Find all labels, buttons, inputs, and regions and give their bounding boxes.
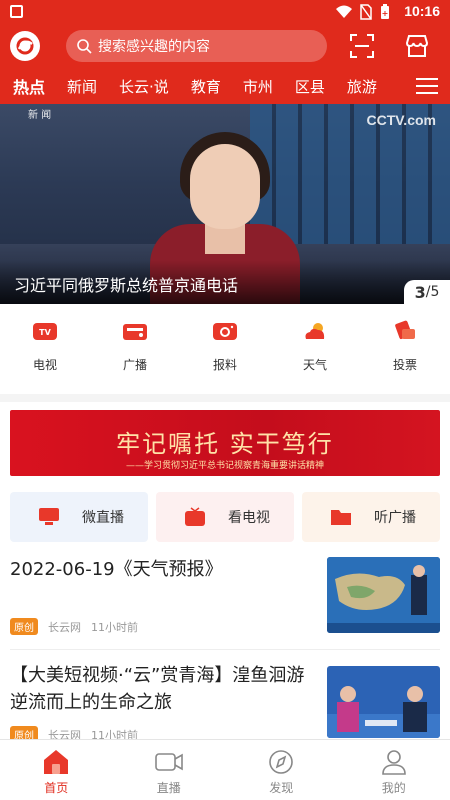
banner-total: /5 [425, 284, 440, 300]
watch-tv-card[interactable]: 看电视 [156, 492, 294, 542]
quick-link-tv[interactable]: TV 电视 [0, 314, 90, 386]
battery-icon: + [381, 4, 389, 19]
article-meta: 原创 长云网 11小时前 [10, 618, 138, 635]
vote-icon [395, 320, 415, 340]
home-icon [44, 750, 69, 774]
slogan-main-text: 牢记嘱托 实干笃行 [116, 430, 334, 458]
wifi-icon [336, 5, 352, 18]
article-divider [10, 649, 440, 650]
article-thumbnail [327, 557, 440, 633]
nav-live[interactable]: 直播 [113, 740, 226, 800]
tab-county[interactable]: 区县 [284, 76, 336, 97]
camera-icon [213, 323, 237, 340]
banner-page-counter: 3/5 [404, 280, 450, 304]
scan-icon [350, 34, 374, 58]
quick-links: TV 电视 广播 报料 天气 投票 [0, 314, 450, 386]
monitor-icon [39, 508, 59, 525]
tab-education[interactable]: 教育 [180, 76, 232, 97]
compass-icon [269, 750, 294, 774]
tv-icon: TV [33, 323, 57, 340]
clock: 10:16 [404, 3, 440, 19]
svg-text:TV: TV [39, 328, 51, 337]
article-source: 长云网 [48, 620, 81, 634]
svg-text:+: + [382, 9, 389, 18]
tab-hot[interactable]: 热点 [0, 74, 56, 98]
cctv-watermark: CCTV.com [366, 112, 436, 128]
media-card-label: 看电视 [228, 510, 270, 526]
article-item[interactable]: 2022-06-19《天气预报》 原创 长云网 11小时前 [10, 556, 440, 646]
media-cards: 微直播 看电视 听广播 [10, 492, 440, 542]
micro-live-card[interactable]: 微直播 [10, 492, 148, 542]
article-time: 11小时前 [91, 620, 138, 634]
section-divider [0, 394, 450, 402]
weather-map-thumbnail [327, 557, 440, 633]
bottom-nav: 首页 直播 发现 我的 [0, 739, 450, 800]
tab-prefecture[interactable]: 市州 [232, 76, 284, 97]
original-badge: 原创 [10, 618, 38, 635]
quick-link-weather[interactable]: 天气 [270, 314, 360, 386]
tab-changyun-talk[interactable]: 长云·说 [108, 76, 180, 97]
banner-caption: 习近平同俄罗斯总统普京通电话 [14, 276, 239, 295]
quick-link-vote[interactable]: 投票 [360, 314, 450, 386]
no-sim-icon [360, 4, 372, 20]
article-title: 【大美短视频·“云”赏青海】湟鱼洄游逆流而上的生命之旅 [10, 665, 305, 713]
quick-link-radio[interactable]: 广播 [90, 314, 180, 386]
app-logo[interactable] [10, 31, 40, 61]
tab-travel[interactable]: 旅游 [336, 76, 388, 97]
article-title: 2022-06-19《天气预报》 [10, 559, 223, 580]
quick-link-label: 投票 [392, 358, 417, 372]
banner-current-index: 3 [414, 282, 426, 302]
media-card-label: 微直播 [82, 510, 124, 526]
quick-link-label: 电视 [32, 358, 57, 372]
nav-label: 直播 [156, 781, 181, 795]
slogan-banner[interactable]: 牢记嘱托 实干笃行 ——学习贯彻习近平总书记视察青海重要讲话精神 [10, 410, 440, 476]
store-icon [405, 35, 429, 57]
nav-discover[interactable]: 发现 [225, 740, 338, 800]
news-anchors-thumbnail [327, 666, 440, 738]
channel-tabs: 热点 新闻 长云·说 教育 市州 区县 旅游 [0, 68, 450, 104]
system-icons: + [336, 4, 390, 20]
quick-link-label: 报料 [212, 358, 237, 372]
folder-radio-icon [331, 510, 351, 525]
nav-home[interactable]: 首页 [0, 740, 113, 800]
slogan-sub-text: ——学习贯彻习近平总书记视察青海重要讲话精神 [125, 461, 324, 471]
quick-link-report[interactable]: 报料 [180, 314, 270, 386]
image-icon [10, 5, 23, 18]
scan-button[interactable] [348, 32, 376, 60]
search-icon [77, 39, 92, 54]
nav-me[interactable]: 我的 [338, 740, 450, 800]
quick-link-label: 天气 [302, 358, 327, 372]
search-input[interactable]: 搜索感兴趣的内容 [66, 30, 327, 62]
search-placeholder: 搜索感兴趣的内容 [98, 39, 210, 55]
status-bar: + 10:16 [0, 0, 450, 24]
video-icon [154, 753, 183, 771]
weather-icon [305, 323, 325, 339]
app-header: 搜索感兴趣的内容 [0, 24, 450, 68]
tab-news[interactable]: 新闻 [56, 76, 108, 97]
store-button[interactable] [403, 32, 431, 60]
anchor-face [190, 144, 260, 229]
article-thumbnail [327, 666, 440, 738]
nav-label: 我的 [381, 781, 406, 795]
media-card-label: 听广播 [374, 510, 416, 526]
user-icon [381, 750, 406, 775]
nav-label: 首页 [44, 781, 69, 795]
headline-banner[interactable]: 新 闻 CCTV.com 习近平同俄罗斯总统普京通电话 3/5 [0, 104, 450, 304]
menu-icon[interactable] [416, 78, 438, 94]
quick-link-label: 广播 [122, 358, 147, 372]
article-item[interactable]: 【大美短视频·“云”赏青海】湟鱼洄游逆流而上的生命之旅 原创 长云网 11小时前 [10, 662, 440, 743]
nav-label: 发现 [269, 781, 294, 795]
app-logo-icon [16, 37, 34, 55]
tv-icon [185, 507, 205, 526]
news-channel-logo: 新 闻 [28, 110, 52, 121]
listen-radio-card[interactable]: 听广播 [302, 492, 440, 542]
radio-icon [123, 324, 147, 340]
